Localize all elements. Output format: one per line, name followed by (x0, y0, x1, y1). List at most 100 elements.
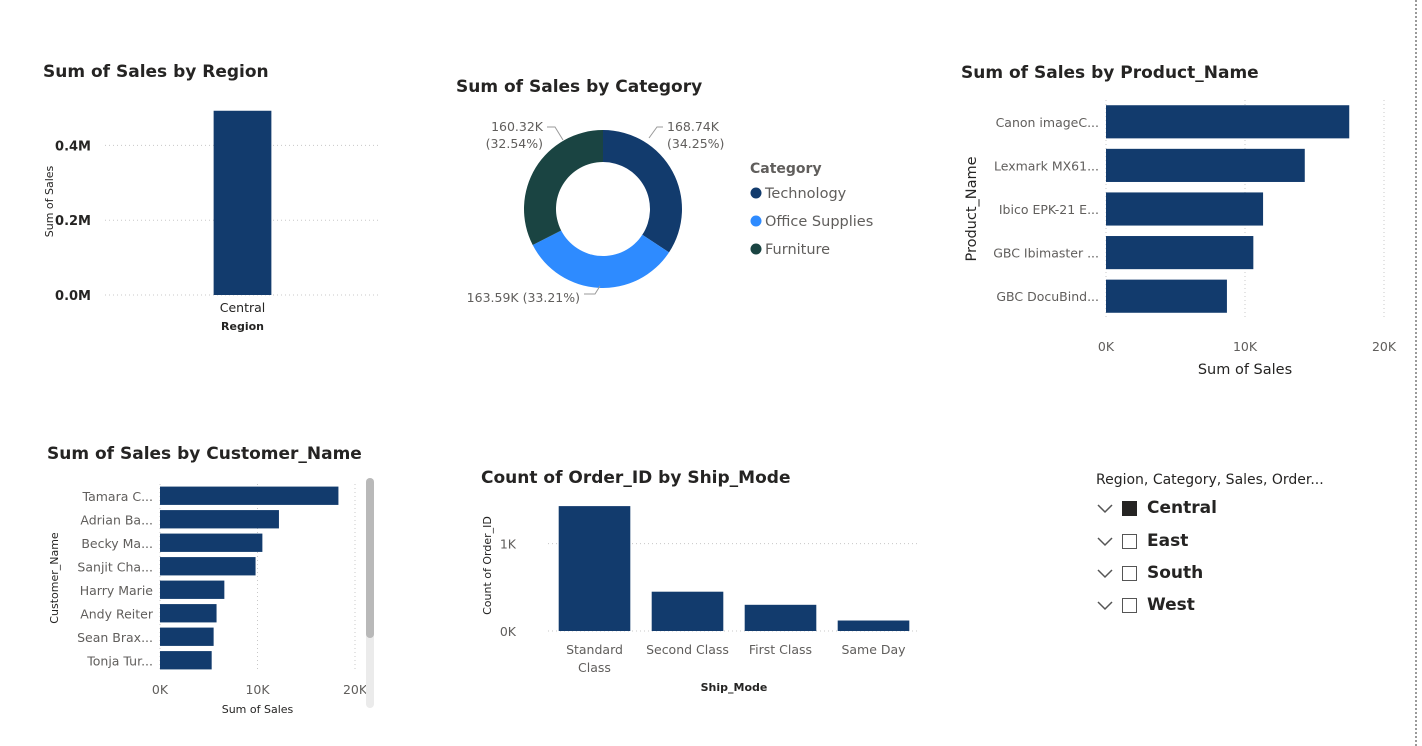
x-axis-title: Region (221, 320, 264, 333)
scrollbar-thumb[interactable] (366, 478, 374, 638)
product-chart: 0K 10K 20K Canon imageC... Lexmark MX61... Ib… (964, 100, 1397, 378)
bar-sean-brax (160, 627, 214, 646)
bar-sanjit-cha (160, 557, 256, 576)
bar-andy-reiter (160, 604, 217, 623)
category-chart: 168.74K (34.25%) 163.59K (33.21%) 160.32K (3… (467, 119, 874, 305)
x-category-label: Same Day (841, 642, 906, 657)
y-category-label: GBC DocuBind... (996, 289, 1099, 304)
product-chart-visual[interactable]: Sum of Sales by Product_Name 0K 10K 20K Can… (955, 58, 1405, 388)
data-label: 163.59K (33.21%) (467, 290, 580, 305)
checkbox-south[interactable] (1122, 565, 1137, 581)
y-category-label: Canon imageC... (996, 115, 1099, 130)
y-category-label: Andy Reiter (80, 606, 154, 621)
slicer-item-south[interactable]: South (1096, 561, 1203, 585)
y-axis-title: Customer_Name (48, 532, 61, 624)
x-category-label: Central (220, 300, 266, 315)
region-chart-visual[interactable]: Sum of Sales by Region 0.0M 0.2M 0.4M Centr… (40, 58, 390, 348)
bar-tonja-tur (160, 651, 212, 670)
legend-label-office-supplies: Office Supplies (765, 214, 873, 230)
customer-chart: 0K 10K 20K Tamara C... Adrian Ba... Becky Ma.… (48, 478, 374, 716)
x-category-label: Class (578, 660, 611, 675)
slicer-label-east: East (1147, 531, 1189, 551)
y-category-label: Harry Marie (80, 583, 154, 598)
region-chart: 0.0M 0.2M 0.4M Central Region Sum of Sales (43, 110, 380, 333)
bar-2 (744, 604, 817, 631)
y-category-label: Lexmark MX61... (994, 158, 1099, 173)
bar-canon-imagec (1106, 105, 1350, 139)
slicer-item-central[interactable]: Central (1096, 496, 1217, 520)
y-category-label: Becky Ma... (81, 536, 153, 551)
y-tick-label: 0.2M (55, 214, 91, 229)
checkbox-east[interactable] (1122, 533, 1137, 549)
y-category-label: Tonja Tur... (86, 653, 153, 668)
bar-1 (651, 591, 724, 631)
y-category-label: GBC Ibimaster ... (993, 246, 1099, 261)
x-tick-label: 0K (1098, 339, 1115, 354)
leader-line (648, 126, 663, 139)
y-tick-label: 0K (500, 624, 517, 639)
bar-ibico-epk-21-e (1106, 192, 1264, 226)
bar-gbc-docubind (1106, 279, 1227, 313)
bar-becky-ma (160, 533, 263, 552)
bar-lexmark-mx61 (1106, 148, 1305, 182)
y-category-label: Tamara C... (82, 489, 153, 504)
x-axis-title: Ship_Mode (701, 681, 768, 694)
chevron-down-icon[interactable] (1096, 499, 1114, 517)
checkbox-central[interactable] (1122, 500, 1137, 516)
data-label: 160.32K (491, 119, 544, 134)
bar-0 (213, 110, 272, 296)
y-axis-title: Sum of Sales (43, 165, 56, 237)
x-category-label: First Class (749, 642, 812, 657)
x-axis-title: Sum of Sales (1198, 362, 1292, 378)
x-category-label: Second Class (646, 642, 729, 657)
bar-adrian-ba (160, 510, 279, 529)
region-slicer[interactable]: Region, Category, Sales, Order... Centra… (1096, 470, 1396, 640)
data-label: 168.74K (667, 119, 720, 134)
x-tick-label: 20K (1372, 339, 1397, 354)
shipmode-chart: 0K 1K Standard Class Second Class First Class… (481, 506, 920, 694)
y-tick-label: 0.4M (55, 139, 91, 154)
y-tick-label: 1K (500, 537, 517, 552)
legend-marker-office-supplies (750, 215, 762, 227)
legend-label-furniture: Furniture (765, 242, 830, 258)
chevron-down-icon[interactable] (1096, 564, 1114, 582)
bar-3 (837, 620, 910, 631)
y-tick-label: 0.0M (55, 289, 91, 304)
x-tick-label: 0K (152, 682, 169, 697)
y-axis-title: Count of Order_ID (481, 516, 494, 615)
slicer-label-south: South (1147, 563, 1204, 583)
y-category-label: Adrian Ba... (80, 512, 153, 527)
slicer-header: Region, Category, Sales, Order... (1096, 472, 1324, 488)
bar-0 (558, 506, 631, 631)
bar-gbc-ibimaster (1106, 236, 1254, 270)
chevron-down-icon[interactable] (1096, 532, 1114, 550)
x-axis-title: Sum of Sales (222, 703, 294, 716)
y-category-label: Ibico EPK-21 E... (999, 202, 1099, 217)
legend-label-technology: Technology (764, 186, 847, 202)
data-label: (32.54%) (486, 136, 543, 151)
customer-chart-visual[interactable]: Sum of Sales by Customer_Name 0K 10K 20K Ta… (40, 440, 385, 725)
chevron-down-icon[interactable] (1096, 596, 1114, 614)
y-category-label: Sean Brax... (77, 630, 153, 645)
page-edge-divider (1415, 0, 1417, 746)
shipmode-chart-visual[interactable]: Count of Order_ID by Ship_Mode 0K 1K Stand… (475, 462, 930, 702)
bar-tamara-c (160, 486, 339, 505)
legend-marker-furniture (750, 243, 762, 255)
data-label: (34.25%) (667, 136, 724, 151)
x-category-label: Standard (566, 642, 623, 657)
category-chart-visual[interactable]: Sum of Sales by Category 168.74K (34.25%)… (450, 72, 880, 322)
slicer-item-east[interactable]: East (1096, 529, 1188, 553)
x-tick-label: 10K (1233, 339, 1258, 354)
slicer-label-central: Central (1147, 498, 1217, 518)
x-tick-label: 10K (245, 682, 270, 697)
legend-title: Category (750, 161, 822, 177)
y-category-label: Sanjit Cha... (77, 559, 153, 574)
slicer-item-west[interactable]: West (1096, 593, 1195, 617)
legend-marker-technology (750, 187, 762, 199)
bar-harry-marie (160, 580, 225, 599)
slice-office-supplies (532, 230, 670, 288)
slicer-label-west: West (1147, 595, 1195, 615)
leader-line (547, 126, 564, 141)
x-tick-label: 20K (343, 682, 368, 697)
checkbox-west[interactable] (1122, 597, 1137, 613)
